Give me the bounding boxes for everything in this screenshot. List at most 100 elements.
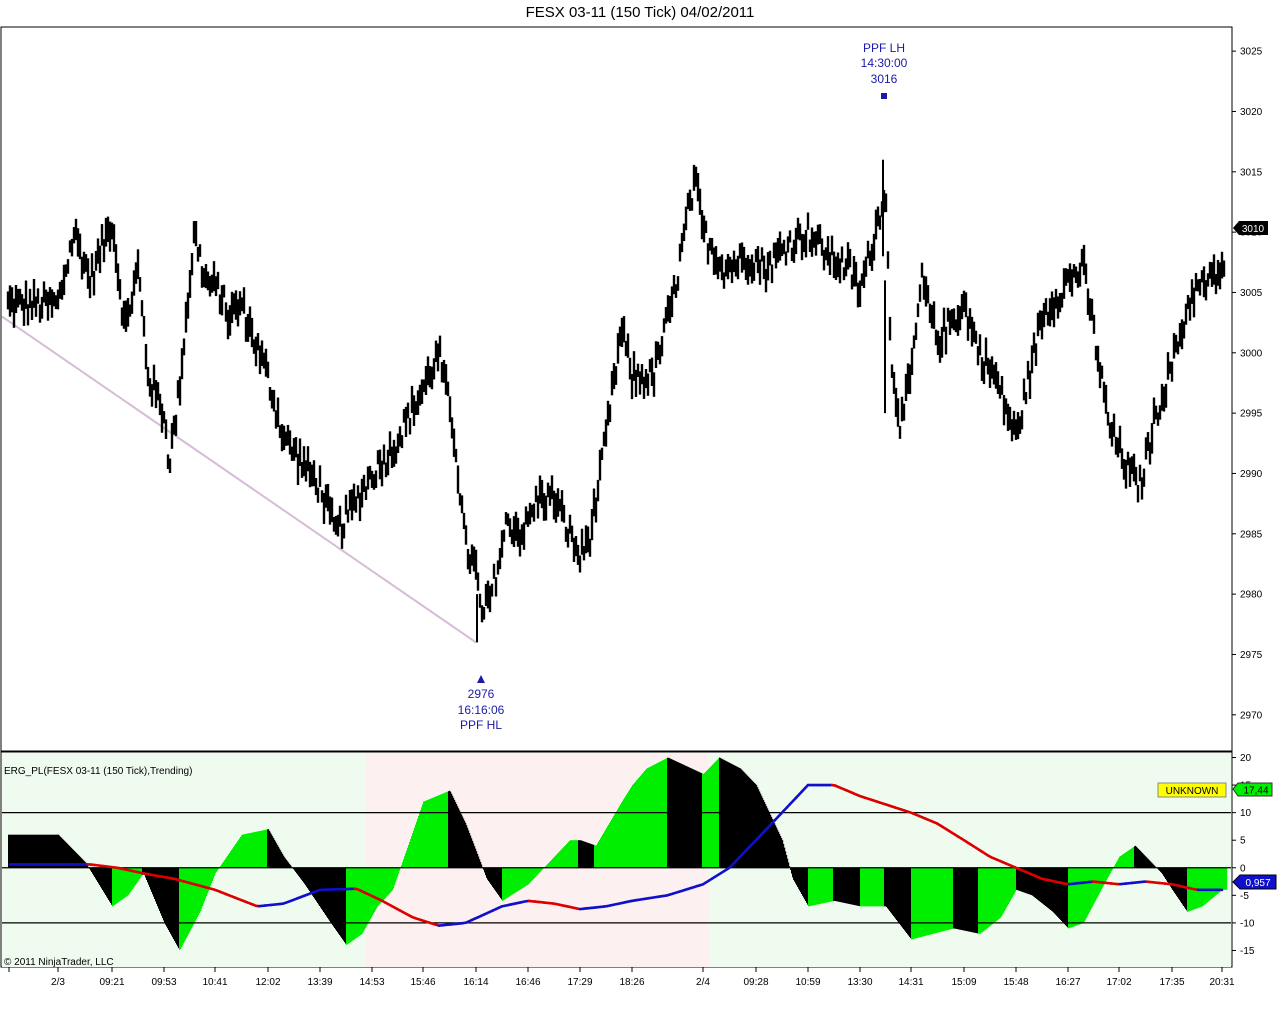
price-axis-label: 3000	[1240, 348, 1263, 359]
price-bar	[276, 397, 280, 428]
x-axis-label: 10:59	[795, 977, 820, 988]
price-bar	[704, 220, 708, 234]
x-axis-label: 16:14	[463, 977, 488, 988]
indicator-axis-label: 10	[1240, 808, 1252, 819]
x-axis-label: 17:29	[567, 977, 592, 988]
price-bar	[190, 253, 194, 276]
price-bar	[596, 479, 600, 502]
price-bar	[1104, 384, 1108, 414]
price-bar	[522, 522, 526, 550]
price-axis-label: 2975	[1240, 650, 1263, 661]
price-bar	[1034, 343, 1038, 366]
price-bar	[660, 336, 664, 357]
price-bar	[600, 447, 604, 460]
price-bar	[898, 425, 902, 439]
ppf-lh-annotation: PPF LH 14:30:00 3016	[861, 41, 908, 99]
price-bar	[608, 404, 612, 423]
price-bar	[78, 233, 82, 260]
x-axis-label: 2/4	[696, 977, 710, 988]
price-bar	[168, 458, 172, 473]
x-axis-label: 17:02	[1106, 977, 1131, 988]
x-axis-label: 2/3	[51, 977, 65, 988]
price-axis-label: 3025	[1240, 47, 1263, 58]
price-bar	[92, 271, 96, 296]
price-axis-label: 2980	[1240, 590, 1263, 601]
x-axis-label: 15:09	[951, 977, 976, 988]
price-bar	[1150, 423, 1154, 454]
x-axis-label: 09:53	[151, 977, 176, 988]
price-bar	[1112, 413, 1116, 437]
price-axis-label: 2990	[1240, 469, 1263, 480]
ppf-hl-marker	[477, 675, 485, 683]
price-bar	[446, 381, 450, 397]
price-bar	[562, 504, 566, 523]
chart-canvas[interactable]: 3025 3020 3015 3010 3005 3000 2995 2990 2985 2980…	[0, 0, 1280, 1014]
price-bar	[144, 343, 148, 370]
indicator-label: ERG_PL(FESX 03-11 (150 Tick),Trending)	[4, 766, 192, 777]
price-bar	[194, 220, 198, 247]
price-bar	[884, 193, 888, 213]
price-bar	[222, 284, 226, 298]
price-bar	[910, 347, 914, 375]
price-bar	[266, 361, 270, 379]
price-bar	[354, 496, 358, 513]
price-bar	[932, 301, 936, 329]
price-bar	[460, 495, 464, 514]
price-bar	[840, 246, 844, 263]
price-bar	[896, 398, 900, 427]
price-bar	[690, 198, 694, 211]
price-axis-label: 2985	[1240, 529, 1263, 540]
price-bar	[316, 487, 320, 503]
price-bar	[784, 251, 788, 266]
price-bar	[920, 262, 924, 278]
ppf-hl-price: 2976	[468, 687, 495, 701]
price-bar	[164, 419, 168, 439]
price-bar	[382, 444, 386, 465]
signal-badge: 0,957	[1232, 874, 1277, 890]
price-bar	[736, 255, 740, 280]
price-bar	[1142, 468, 1146, 487]
x-axis-label: 10:41	[202, 977, 227, 988]
price-bar	[36, 288, 40, 304]
x-axis-label: 09:21	[99, 977, 124, 988]
price-bar	[1170, 361, 1174, 382]
price-bar	[828, 252, 832, 276]
ppf-lh-label: PPF LH	[863, 41, 905, 55]
value-badge: 17,44	[1232, 782, 1273, 797]
price-bar	[974, 330, 978, 344]
x-axis-label: 12:02	[255, 977, 280, 988]
price-bar	[588, 538, 592, 557]
price-bar	[318, 465, 322, 487]
price-bar	[342, 523, 346, 539]
x-axis-label: 14:31	[898, 977, 923, 988]
price-bars	[1, 159, 1226, 644]
price-bar	[878, 215, 882, 230]
price-bar	[1100, 365, 1104, 379]
price-bar	[490, 583, 494, 597]
price-axis-label: 2995	[1240, 409, 1263, 420]
indicator-axis-label: 5	[1240, 836, 1246, 847]
price-bar	[770, 264, 774, 284]
price-axis-label: 3005	[1240, 288, 1263, 299]
price-axis-label: 3015	[1240, 167, 1263, 178]
price-axis-label: 2970	[1240, 710, 1263, 721]
price-bar	[454, 448, 458, 463]
price-bar	[456, 465, 460, 494]
price-bar	[902, 403, 906, 421]
price-bar	[1092, 314, 1096, 334]
price-bar	[768, 250, 772, 266]
price-bar	[492, 563, 496, 579]
ppf-hl-label: PPF HL	[460, 718, 502, 732]
price-bar	[140, 300, 144, 317]
price-bar	[752, 262, 756, 281]
price-bar	[788, 230, 792, 243]
price-bar	[886, 251, 890, 269]
copyright-text: © 2011 NinjaTrader, LLC	[4, 957, 114, 968]
x-axis-label: 16:46	[515, 977, 540, 988]
indicator-axis-label: -5	[1240, 891, 1249, 902]
price-bar	[346, 509, 350, 523]
histogram-bar	[1226, 867, 1228, 890]
price-bar	[182, 338, 186, 356]
price-bar	[1024, 392, 1028, 405]
price-bar	[476, 594, 478, 643]
